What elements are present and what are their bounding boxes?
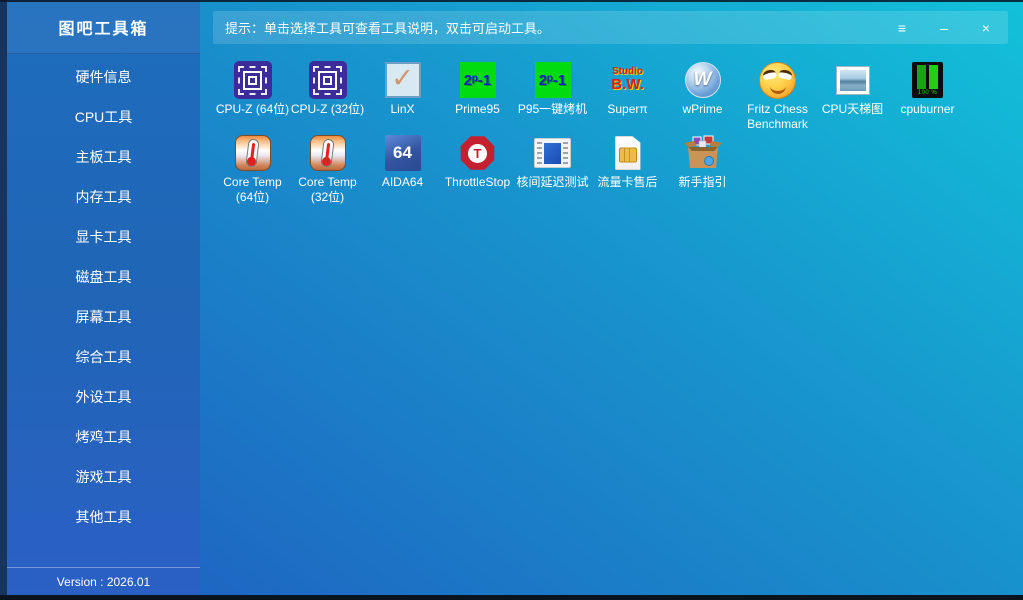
sidebar-item-general-tools[interactable]: 综合工具 [7, 337, 200, 377]
sidebar-item-label: 综合工具 [75, 349, 132, 365]
prime95-icon: 2ᵖ-1 [534, 62, 571, 98]
tool-cpuz-64[interactable]: CPU-Z (64位) [215, 56, 290, 132]
wprime-icon-text: W [693, 69, 712, 90]
sidebar-item-label: 烤鸡工具 [75, 429, 132, 445]
sidebar-item-motherboard-tools[interactable]: 主板工具 [7, 137, 200, 177]
sidebar: 图吧工具箱 硬件信息 CPU工具 主板工具 内存工具 显卡工具 磁盘工具 屏幕工… [0, 0, 200, 600]
prime95-icon-text: 2ᵖ-1 [538, 71, 567, 89]
photo-icon [835, 65, 870, 95]
cpuburner-icon: 100 % [912, 62, 943, 98]
prime95-icon-text: 2ᵖ-1 [463, 71, 492, 89]
tool-fritz-chess[interactable]: Fritz Chess Benchmark [740, 56, 815, 132]
tool-label: 新手指引 [678, 175, 727, 189]
cpuz-icon [233, 61, 272, 99]
sidebar-item-label: 显卡工具 [75, 229, 132, 245]
tool-cpuz-32[interactable]: CPU-Z (32位) [290, 56, 365, 132]
tool-core-latency-test[interactable]: 核间延迟测试 [515, 129, 590, 205]
tool-throttlestop[interactable]: T ThrottleStop [440, 129, 515, 205]
sim-card-icon [614, 136, 641, 170]
sidebar-item-hardware-info[interactable]: 硬件信息 [7, 57, 200, 97]
tool-row-1: CPU-Z (64位) CPU-Z (32位) LinX 2ᵖ-1 Prime9… [215, 56, 965, 132]
tool-coretemp-32[interactable]: Core Temp (32位) [290, 129, 365, 205]
thermometer-icon [234, 135, 271, 171]
window-top-edge [0, 0, 1023, 2]
superpi-icon: Studio B.W. [608, 61, 648, 99]
tool-cpu-ladder[interactable]: CPU天梯图 [815, 56, 890, 132]
tool-label: cpuburner [900, 102, 955, 116]
throttlestop-icon-text: T [473, 145, 482, 161]
menu-icon[interactable]: ≡ [894, 21, 910, 35]
sidebar-item-disk-tools[interactable]: 磁盘工具 [7, 257, 200, 297]
window-left-edge [0, 0, 7, 600]
main-area: 提示：单击选择工具可查看工具说明，双击可启动工具。 ≡ – × CPU-Z (6… [200, 0, 1023, 600]
tool-prime95[interactable]: 2ᵖ-1 Prime95 [440, 56, 515, 132]
thermometer-icon [309, 135, 346, 171]
sidebar-item-gpu-tools[interactable]: 显卡工具 [7, 217, 200, 257]
sidebar-item-label: 磁盘工具 [75, 269, 132, 285]
sidebar-item-screen-tools[interactable]: 屏幕工具 [7, 297, 200, 337]
cpuburner-icon-text: 100 % [917, 90, 938, 96]
sidebar-item-memory-tools[interactable]: 内存工具 [7, 177, 200, 217]
sidebar-item-label: 主板工具 [75, 149, 132, 165]
sidebar-item-label: 外设工具 [75, 389, 132, 405]
sidebar-item-label: CPU工具 [74, 109, 133, 125]
sidebar-item-label: 游戏工具 [75, 469, 132, 485]
aida64-icon-text: 64 [393, 143, 412, 162]
toolbox-window: 图吧工具箱 硬件信息 CPU工具 主板工具 内存工具 显卡工具 磁盘工具 屏幕工… [0, 0, 1023, 600]
close-icon[interactable]: × [978, 21, 994, 35]
tool-beginner-guide[interactable]: 新手指引 [665, 129, 740, 205]
version-label: Version : 2026.01 [7, 567, 200, 595]
sidebar-item-label: 内存工具 [75, 189, 132, 205]
wprime-icon: W [684, 62, 721, 98]
sidebar-nav: 硬件信息 CPU工具 主板工具 内存工具 显卡工具 磁盘工具 屏幕工具 综合工具… [0, 54, 200, 537]
sidebar-item-label: 其他工具 [75, 509, 132, 525]
checkmark-icon [384, 62, 421, 98]
open-box-icon [683, 135, 722, 171]
tip-bar: 提示：单击选择工具可查看工具说明，双击可启动工具。 ≡ – × [213, 11, 1008, 44]
tool-row-2: Core Temp (64位) Core Temp (32位) 64 AIDA6… [215, 129, 740, 205]
sidebar-item-stress-tools[interactable]: 烤鸡工具 [7, 417, 200, 457]
minimize-icon[interactable]: – [936, 21, 952, 35]
tool-linx[interactable]: LinX [365, 56, 440, 132]
stop-sign-icon: T [460, 136, 495, 170]
sidebar-item-cpu-tools[interactable]: CPU工具 [7, 97, 200, 137]
tool-aida64[interactable]: 64 AIDA64 [365, 129, 440, 205]
sidebar-item-label: 屏幕工具 [75, 309, 132, 325]
sidebar-item-label: 硬件信息 [75, 69, 132, 85]
smiley-icon [759, 61, 796, 99]
app-title: 图吧工具箱 [0, 0, 200, 54]
tool-sim-aftersales[interactable]: 流量卡售后 [590, 129, 665, 205]
tool-superpi[interactable]: Studio B.W. Superπ [590, 56, 665, 132]
latency-grid-icon [534, 138, 571, 168]
sidebar-item-peripheral-tools[interactable]: 外设工具 [7, 377, 200, 417]
window-controls: ≡ – × [894, 21, 996, 35]
superpi-icon-text: B.W. [611, 76, 644, 94]
cpuz-icon [308, 61, 347, 99]
sidebar-item-game-tools[interactable]: 游戏工具 [7, 457, 200, 497]
aida64-icon: 64 [384, 135, 421, 171]
sidebar-item-other-tools[interactable]: 其他工具 [7, 497, 200, 537]
prime95-icon: 2ᵖ-1 [459, 62, 496, 98]
tool-p95-bake[interactable]: 2ᵖ-1 P95一键烤机 [515, 56, 590, 132]
tool-cpuburner[interactable]: 100 % cpuburner [890, 56, 965, 132]
window-bottom-edge [0, 595, 1023, 600]
tip-text: 提示：单击选择工具可查看工具说明，双击可启动工具。 [225, 21, 551, 36]
